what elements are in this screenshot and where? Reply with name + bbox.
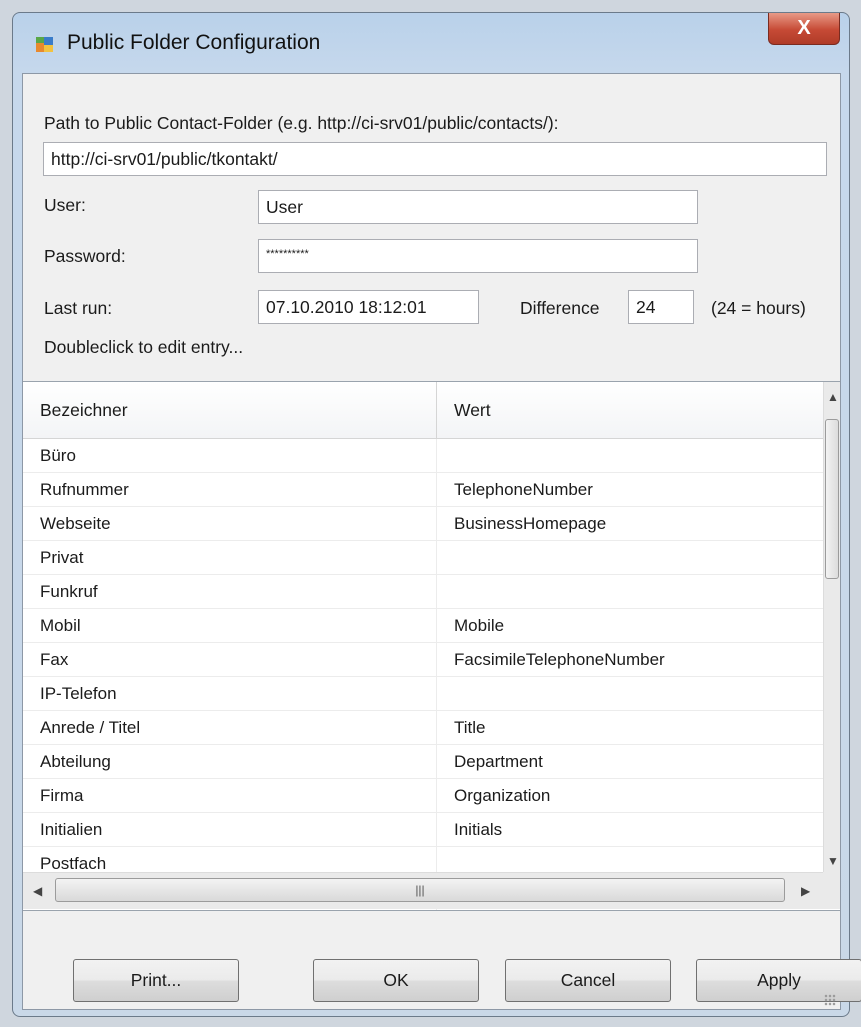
cell-bezeichner[interactable]: Mobil bbox=[23, 609, 437, 642]
scrollbar-corner bbox=[823, 872, 840, 909]
path-label: Path to Public Contact-Folder (e.g. http… bbox=[44, 113, 559, 133]
table-row[interactable]: Webseite BusinessHomepage bbox=[23, 507, 823, 541]
cell-wert[interactable]: Department bbox=[437, 745, 823, 778]
table-row[interactable]: Funkruf bbox=[23, 575, 823, 609]
cell-wert[interactable]: Title bbox=[437, 711, 823, 744]
cell-wert[interactable]: TelephoneNumber bbox=[437, 473, 823, 506]
scroll-up-icon[interactable]: ▲ bbox=[827, 390, 839, 404]
cell-bezeichner[interactable]: Fax bbox=[23, 643, 437, 676]
table-row[interactable]: Privat bbox=[23, 541, 823, 575]
table-row[interactable]: Fax FacsimileTelephoneNumber bbox=[23, 643, 823, 677]
cell-bezeichner[interactable]: Privat bbox=[23, 541, 437, 574]
cell-wert[interactable]: FacsimileTelephoneNumber bbox=[437, 643, 823, 676]
resize-grip-icon[interactable] bbox=[824, 994, 836, 1006]
password-label: Password: bbox=[44, 246, 126, 266]
dialog-client-area: Path to Public Contact-Folder (e.g. http… bbox=[22, 73, 861, 1010]
cell-wert[interactable]: Organization bbox=[437, 779, 823, 812]
mapping-grid[interactable]: Bezeichner Wert Büro Rufnummer TelephoneNu… bbox=[23, 381, 840, 911]
cell-bezeichner[interactable]: Rufnummer bbox=[23, 473, 437, 506]
cell-bezeichner[interactable]: Anrede / Titel bbox=[23, 711, 437, 744]
edit-hint: Doubleclick to edit entry... bbox=[44, 337, 244, 357]
horizontal-scrollbar[interactable]: ◀ ||| ▶ bbox=[23, 872, 823, 909]
dialog-window: Public Folder Configuration X Path to Pu… bbox=[12, 12, 861, 1017]
cell-bezeichner[interactable]: IP-Telefon bbox=[23, 677, 437, 710]
table-row[interactable]: Büro bbox=[23, 439, 823, 473]
cell-bezeichner[interactable]: Büro bbox=[23, 439, 437, 472]
cell-wert[interactable] bbox=[437, 439, 823, 472]
grid-header: Bezeichner Wert bbox=[23, 382, 823, 439]
cell-wert[interactable] bbox=[437, 541, 823, 574]
cell-bezeichner[interactable]: Abteilung bbox=[23, 745, 437, 778]
difference-input[interactable]: 24 bbox=[628, 290, 694, 324]
cell-wert[interactable] bbox=[437, 677, 823, 710]
table-row[interactable]: Initialien Initials bbox=[23, 813, 823, 847]
table-row[interactable]: Mobil Mobile bbox=[23, 609, 823, 643]
grid-rows: Büro Rufnummer TelephoneNumber Webseite Busi… bbox=[23, 439, 823, 910]
cell-wert[interactable]: Mobile bbox=[437, 609, 823, 642]
cell-bezeichner[interactable]: Initialien bbox=[23, 813, 437, 846]
cell-wert[interactable]: BusinessHomepage bbox=[437, 507, 823, 540]
ok-button[interactable]: OK bbox=[313, 959, 479, 1002]
scroll-down-icon[interactable]: ▼ bbox=[827, 854, 839, 868]
table-row[interactable]: IP-Telefon bbox=[23, 677, 823, 711]
cancel-button[interactable]: Cancel bbox=[505, 959, 671, 1002]
user-input[interactable]: User bbox=[258, 190, 698, 224]
cell-bezeichner[interactable]: Webseite bbox=[23, 507, 437, 540]
cell-bezeichner[interactable]: Funkruf bbox=[23, 575, 437, 608]
print-button[interactable]: Print... bbox=[73, 959, 239, 1002]
cell-bezeichner[interactable]: Firma bbox=[23, 779, 437, 812]
password-input[interactable]: ********** bbox=[258, 239, 698, 273]
table-row[interactable]: Firma Organization bbox=[23, 779, 823, 813]
apply-button[interactable]: Apply bbox=[696, 959, 861, 1002]
column-header-wert[interactable]: Wert bbox=[437, 382, 823, 438]
window-title: Public Folder Configuration bbox=[67, 31, 321, 54]
path-input[interactable]: http://ci-srv01/public/tkontakt/ bbox=[43, 142, 827, 176]
table-row[interactable]: Abteilung Department bbox=[23, 745, 823, 779]
close-button[interactable]: X bbox=[768, 13, 840, 45]
table-row[interactable]: Rufnummer TelephoneNumber bbox=[23, 473, 823, 507]
hours-hint: (24 = hours) bbox=[711, 298, 806, 318]
cell-wert[interactable]: Initials bbox=[437, 813, 823, 846]
vertical-scroll-thumb[interactable] bbox=[825, 419, 839, 579]
scroll-right-icon[interactable]: ▶ bbox=[801, 884, 810, 898]
cell-wert[interactable] bbox=[437, 575, 823, 608]
user-label: User: bbox=[44, 195, 86, 215]
horizontal-scroll-thumb[interactable]: ||| bbox=[55, 878, 785, 902]
difference-label: Difference bbox=[520, 298, 600, 318]
lastrun-label: Last run: bbox=[44, 298, 113, 318]
lastrun-input[interactable]: 07.10.2010 18:12:01 bbox=[258, 290, 479, 324]
column-header-bezeichner[interactable]: Bezeichner bbox=[23, 382, 437, 438]
title-bar[interactable]: Public Folder Configuration X bbox=[13, 13, 849, 73]
vertical-scrollbar[interactable]: ▲ ▼ bbox=[823, 382, 840, 872]
scroll-left-icon[interactable]: ◀ bbox=[33, 884, 42, 898]
app-icon bbox=[36, 37, 53, 52]
table-row[interactable]: Anrede / Titel Title bbox=[23, 711, 823, 745]
